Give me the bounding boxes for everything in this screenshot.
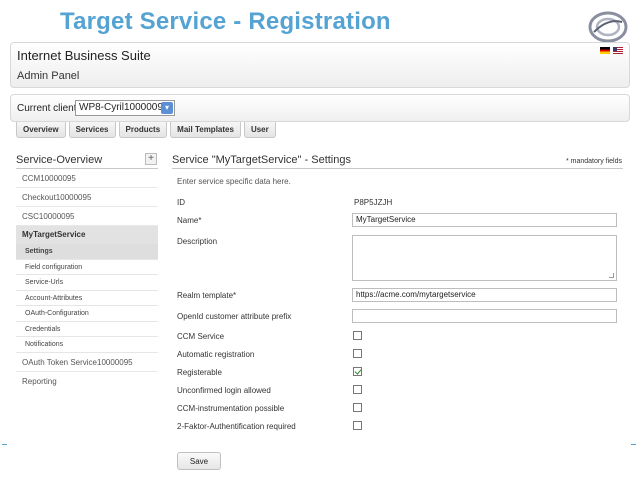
german-flag-icon[interactable] [600, 47, 610, 54]
slide-edge-mark [2, 444, 7, 445]
sidebar-subitem-notifications[interactable]: Notifications [16, 337, 158, 353]
slide-title: Target Service - Registration [60, 8, 391, 35]
sidebar-subitem-credentials[interactable]: Credentials [16, 322, 158, 337]
ccm-instrumentation-checkbox[interactable] [353, 403, 362, 412]
page-title: Service "MyTargetService" - Settings [172, 154, 351, 166]
service-list: CCM10000095 Checkout10000095 CSC10000095… [16, 169, 158, 391]
admin-panel-label: Admin Panel [17, 70, 80, 82]
sidebar-heading: Service-Overview [16, 154, 103, 166]
tab-services[interactable]: Services [68, 122, 116, 138]
client-bar: Current client: WP8-Cyril10000095 ▾ [10, 94, 630, 122]
sidebar-item-reporting[interactable]: Reporting [16, 372, 158, 391]
registerable-label: Registerable [177, 368, 222, 377]
sidebar-subitem-oauth-configuration[interactable]: OAuth-Configuration [16, 306, 158, 322]
client-select[interactable]: WP8-Cyril10000095 ▾ [75, 100, 175, 116]
slide-edge-mark [631, 444, 636, 445]
ccm-service-label: CCM Service [177, 332, 225, 341]
sidebar-subitem-service-urls[interactable]: Service-Urls [16, 275, 158, 291]
sidebar-item-checkout[interactable]: Checkout10000095 [16, 188, 158, 207]
english-flag-icon[interactable] [613, 47, 623, 54]
sidebar-item-csc[interactable]: CSC10000095 [16, 207, 158, 226]
language-switcher [600, 47, 623, 54]
automatic-registration-label: Automatic registration [177, 350, 255, 359]
main-divider [172, 168, 623, 169]
sidebar-item-mytargetservice[interactable]: MyTargetService [16, 226, 158, 244]
suite-title: Internet Business Suite [17, 48, 151, 63]
description-textarea[interactable] [352, 235, 617, 281]
company-logo-icon [588, 11, 628, 43]
resize-grip-icon[interactable] [609, 273, 614, 278]
two-factor-checkbox[interactable] [353, 421, 362, 430]
app-header: Internet Business Suite Admin Panel [10, 42, 630, 88]
two-factor-label: 2-Faktor-Authentification required [177, 422, 296, 431]
unconfirmed-login-label: Unconfirmed login allowed [177, 386, 271, 395]
mandatory-note: * mandatory fields [565, 158, 622, 165]
description-label: Description [177, 237, 218, 246]
intro-text: Enter service specific data here. [177, 177, 291, 186]
tab-user[interactable]: User [243, 122, 276, 138]
id-label: ID [177, 198, 185, 207]
realm-template-input[interactable]: https://acme.com/mytargetservice [352, 288, 617, 302]
unconfirmed-login-checkbox[interactable] [353, 385, 362, 394]
ccm-service-checkbox[interactable] [353, 331, 362, 340]
automatic-registration-checkbox[interactable] [353, 349, 362, 358]
registerable-checkbox[interactable] [353, 367, 362, 376]
sidebar-subitem-account-attributes[interactable]: Account-Attributes [16, 291, 158, 306]
chevron-down-icon[interactable]: ▾ [161, 102, 173, 114]
tab-products[interactable]: Products [118, 122, 168, 138]
main-nav-tabs: Overview Services Products Mail Template… [16, 122, 276, 138]
openid-prefix-label: OpenId customer attribute prefix [177, 312, 292, 321]
current-client-label: Current client: [17, 103, 80, 114]
openid-prefix-input[interactable] [352, 309, 617, 323]
sidebar-item-ccm[interactable]: CCM10000095 [16, 169, 158, 188]
id-value: P8P5JZJH [354, 198, 393, 207]
ccm-instrumentation-label: CCM-instrumentation possible [177, 404, 285, 413]
save-button[interactable]: Save [177, 452, 221, 470]
name-label: Name* [177, 216, 202, 225]
realm-template-label: Realm template* [177, 291, 237, 300]
sidebar-subitem-settings[interactable]: Settings [16, 244, 158, 260]
tab-mail-templates[interactable]: Mail Templates [170, 122, 241, 138]
name-input[interactable]: MyTargetService [352, 213, 617, 227]
add-service-button[interactable]: + [145, 153, 157, 165]
sidebar-subitem-field-configuration[interactable]: Field configuration [16, 260, 158, 275]
client-select-value: WP8-Cyril10000095 [79, 102, 169, 113]
tab-overview[interactable]: Overview [16, 122, 66, 138]
sidebar-item-oauth-token-service[interactable]: OAuth Token Service10000095 [16, 353, 158, 372]
